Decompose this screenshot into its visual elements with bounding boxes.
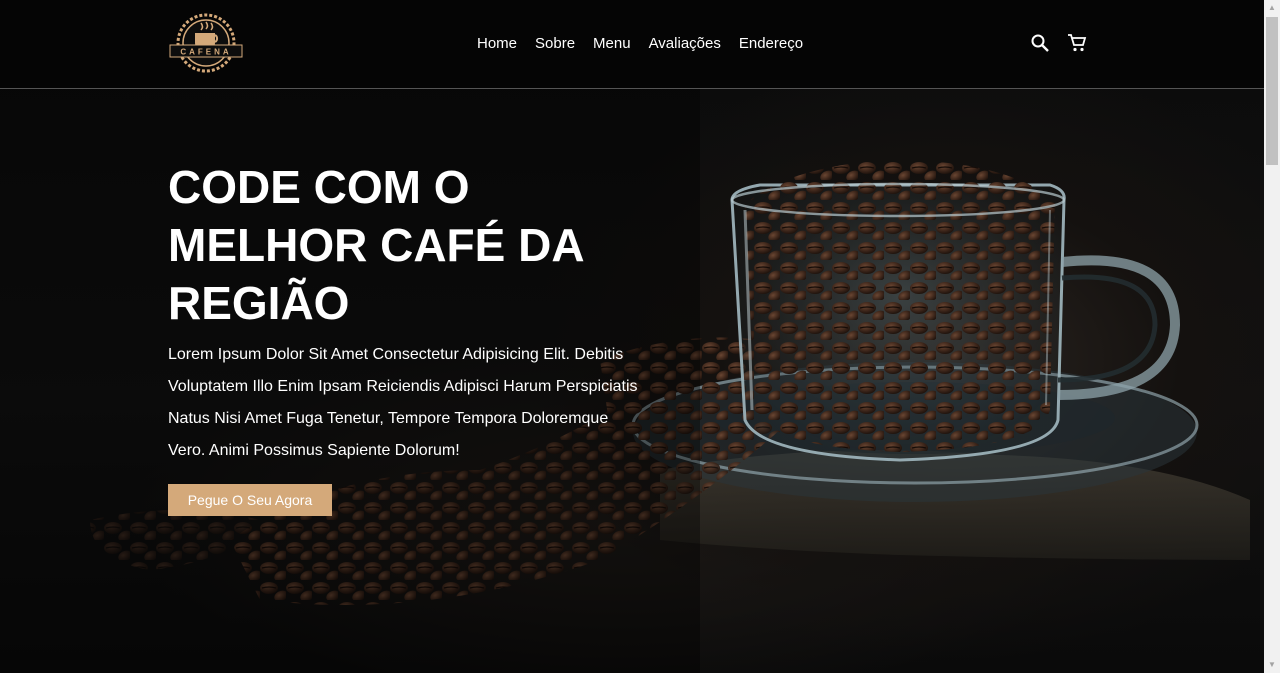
hero-title-line: REGIÃO <box>168 277 350 329</box>
get-yours-button[interactable]: Pegue O Seu Agora <box>168 484 332 516</box>
main-nav: Home Sobre Menu Avaliações Endereço <box>477 34 821 54</box>
hero-title-line: CODE COM O <box>168 161 470 213</box>
page: CAFENA Home Sobre Menu Avaliações Endere… <box>0 0 1264 673</box>
header-actions <box>1030 33 1087 53</box>
page-scrollbar[interactable]: ▲ ▼ <box>1264 0 1280 673</box>
hero-description-line: Natus Nisi Amet Fuga Tenetur, Tempore Te… <box>168 410 609 427</box>
scroll-up-arrow-icon[interactable]: ▲ <box>1264 0 1280 16</box>
search-icon[interactable] <box>1030 33 1050 53</box>
nav-sobre[interactable]: Sobre <box>535 34 575 54</box>
nav-home[interactable]: Home <box>477 34 517 54</box>
logo-text: CAFENA <box>180 48 231 57</box>
cafena-logo[interactable]: CAFENA <box>168 11 244 75</box>
cart-icon[interactable] <box>1067 33 1087 53</box>
scrollbar-thumb[interactable] <box>1266 17 1278 165</box>
nav-avaliacoes[interactable]: Avaliações <box>649 34 721 54</box>
hero-description-line: Vero. Animi Possimus Sapiente Dolorum! <box>168 442 460 459</box>
scroll-down-arrow-icon[interactable]: ▼ <box>1264 657 1280 673</box>
hero-description-line: Voluptatem Illo Enim Ipsam Reiciendis Ad… <box>168 378 638 395</box>
hero-title: CODE COM O MELHOR CAFÉ DA REGIÃO <box>168 158 688 332</box>
logo-emblem-icon: CAFENA <box>169 13 243 73</box>
nav-menu[interactable]: Menu <box>593 34 631 54</box>
hero-description-line: Lorem Ipsum Dolor Sit Amet Consectetur A… <box>168 346 624 363</box>
hero-title-line: MELHOR CAFÉ DA <box>168 219 585 271</box>
nav-endereco[interactable]: Endereço <box>739 34 803 54</box>
hero-description: Lorem Ipsum Dolor Sit Amet Consectetur A… <box>168 339 658 467</box>
site-header: CAFENA Home Sobre Menu Avaliações Endere… <box>0 0 1264 89</box>
